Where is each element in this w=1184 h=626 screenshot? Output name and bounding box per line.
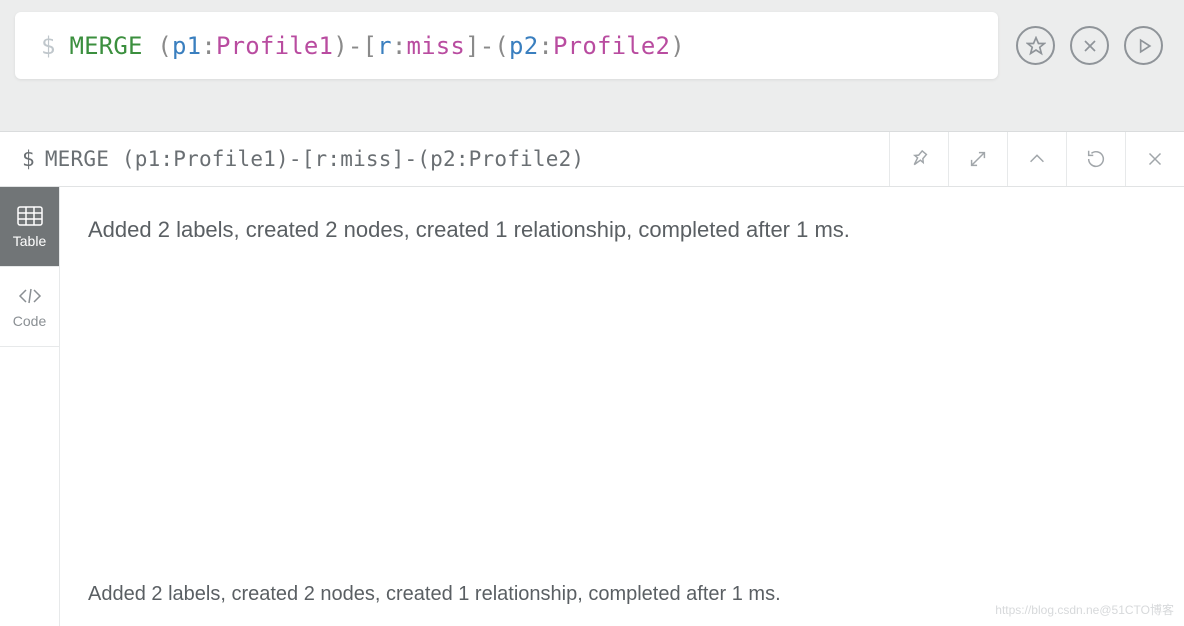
favorite-button[interactable] [1016,26,1055,65]
close-icon [1144,148,1166,170]
tab-code-label: Code [13,313,46,329]
view-tabs: Table Code [0,187,60,626]
play-icon [1134,36,1154,56]
tab-table[interactable]: Table [0,187,59,267]
pin-button[interactable] [889,132,948,186]
table-icon [17,205,43,227]
collapse-button[interactable] [1007,132,1066,186]
result-prompt-symbol: $ [22,147,35,171]
rerun-button[interactable] [1066,132,1125,186]
expand-button[interactable] [948,132,1007,186]
code-icon [17,285,43,307]
result-content: Added 2 labels, created 2 nodes, created… [60,187,1184,626]
close-icon [1080,36,1100,56]
result-query-display: $ MERGE (p1:Profile1)-[r:miss]-(p2:Profi… [0,132,889,186]
refresh-icon [1085,148,1107,170]
clear-button[interactable] [1070,26,1109,65]
result-query-text: MERGE (p1:Profile1)-[r:miss]-(p2:Profile… [45,147,584,171]
tab-table-label: Table [13,233,46,249]
run-button[interactable] [1124,26,1163,65]
tab-code[interactable]: Code [0,267,59,347]
chevron-up-icon [1026,148,1048,170]
expand-icon [967,148,989,170]
query-editor[interactable]: $ MERGE (p1:Profile1)-[r:miss]-(p2:Profi… [15,12,998,79]
footer-message: Added 2 labels, created 2 nodes, created… [88,583,781,606]
close-result-button[interactable] [1125,132,1184,186]
query-text: MERGE (p1:Profile1)-[r:miss]-(p2:Profile… [69,32,684,60]
result-body: Table Code Added 2 labels, created 2 nod… [0,187,1184,626]
result-actions [889,132,1184,186]
pin-icon [908,148,930,170]
prompt-symbol: $ [41,32,55,60]
editor-buttons [1016,26,1169,65]
status-message: Added 2 labels, created 2 nodes, created… [88,217,850,243]
star-icon [1026,36,1046,56]
result-frame: $ MERGE (p1:Profile1)-[r:miss]-(p2:Profi… [0,131,1184,626]
editor-bar: $ MERGE (p1:Profile1)-[r:miss]-(p2:Profi… [0,0,1184,109]
watermark: https://blog.csdn.ne@51CTO博客 [995,601,1174,618]
result-header: $ MERGE (p1:Profile1)-[r:miss]-(p2:Profi… [0,132,1184,187]
